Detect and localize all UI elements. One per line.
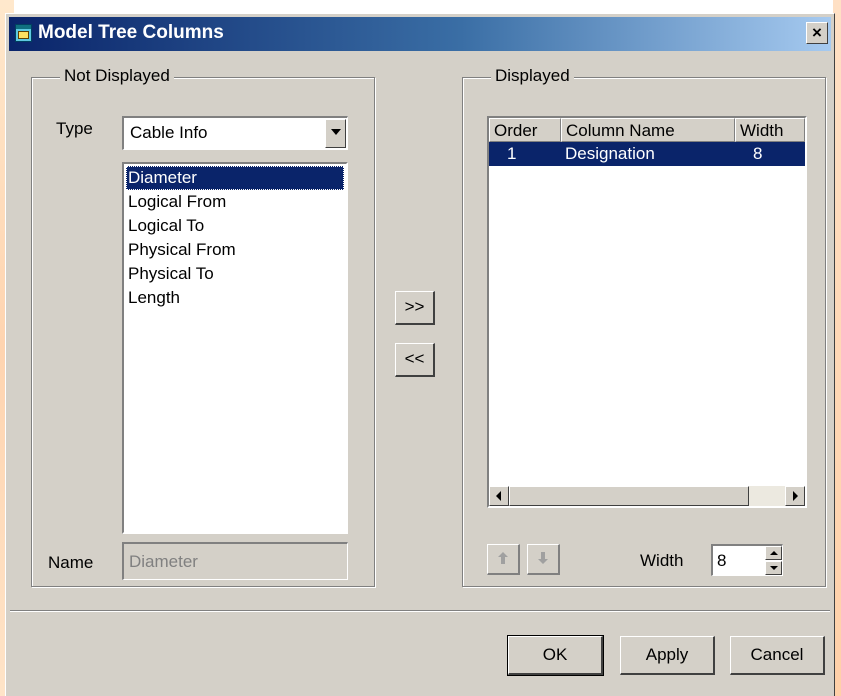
name-field: Diameter bbox=[122, 542, 348, 580]
footer-separator bbox=[10, 610, 830, 612]
ok-button[interactable]: OK bbox=[507, 635, 604, 676]
arrow-up-icon bbox=[498, 552, 508, 564]
title-bar[interactable]: Model Tree Columns × bbox=[9, 17, 831, 51]
window-title: Model Tree Columns bbox=[38, 22, 224, 43]
dropdown-arrow-button[interactable] bbox=[325, 119, 346, 148]
row-width: 8 bbox=[753, 144, 763, 163]
list-item-length[interactable]: Length bbox=[126, 286, 344, 310]
move-down-button[interactable] bbox=[527, 544, 560, 575]
scroll-left-button[interactable] bbox=[489, 486, 509, 506]
spin-up-button[interactable] bbox=[765, 546, 782, 560]
displayed-columns-list[interactable]: Order Column Name Width 1 Designation 8 bbox=[487, 116, 807, 508]
chevron-right-icon bbox=[793, 491, 798, 501]
column-header-column-name[interactable]: Column Name bbox=[561, 118, 735, 142]
ok-label: OK bbox=[542, 645, 568, 664]
add-column-label: >> bbox=[404, 297, 425, 316]
scroll-right-button[interactable] bbox=[785, 486, 805, 506]
type-label: Type bbox=[56, 119, 93, 138]
apply-label: Apply bbox=[645, 645, 689, 664]
column-header-width[interactable]: Width bbox=[735, 118, 805, 142]
scrollbar-thumb[interactable] bbox=[509, 486, 749, 506]
chevron-down-icon bbox=[770, 566, 778, 570]
horizontal-scrollbar[interactable] bbox=[489, 486, 805, 506]
list-item-physical-to[interactable]: Physical To bbox=[126, 262, 344, 286]
chevron-up-icon bbox=[770, 551, 778, 555]
chevron-left-icon bbox=[496, 491, 501, 501]
list-item-logical-from[interactable]: Logical From bbox=[126, 190, 344, 214]
row-order: 1 bbox=[507, 144, 517, 163]
width-label: Width bbox=[640, 551, 684, 570]
available-columns-list[interactable]: Diameter Logical From Logical To Physica… bbox=[122, 162, 348, 534]
close-button[interactable]: × bbox=[806, 22, 828, 44]
not-displayed-label: Not Displayed bbox=[60, 66, 174, 86]
not-displayed-group: Not Displayed Type Cable Info Diameter L… bbox=[31, 66, 375, 587]
width-spinner-value: 8 bbox=[717, 551, 727, 570]
move-up-button[interactable] bbox=[487, 544, 520, 575]
displayed-label: Displayed bbox=[491, 66, 574, 86]
name-field-value: Diameter bbox=[129, 552, 198, 571]
add-column-button[interactable]: >> bbox=[395, 291, 435, 325]
displayed-group: Displayed Order Column Name Width 1 Desi… bbox=[462, 66, 826, 587]
type-dropdown-value: Cable Info bbox=[130, 123, 208, 142]
list-item-physical-from[interactable]: Physical From bbox=[126, 238, 344, 262]
apply-button[interactable]: Apply bbox=[620, 636, 715, 675]
cancel-label: Cancel bbox=[750, 645, 804, 664]
cancel-button[interactable]: Cancel bbox=[730, 636, 825, 675]
width-spinner[interactable]: 8 bbox=[711, 544, 783, 576]
list-item-logical-to[interactable]: Logical To bbox=[126, 214, 344, 238]
model-tree-columns-dialog: Model Tree Columns × Not Displayed Type … bbox=[5, 13, 835, 696]
name-label: Name bbox=[48, 553, 94, 572]
row-column-name: Designation bbox=[565, 144, 655, 163]
window-icon bbox=[15, 24, 32, 42]
column-header-order[interactable]: Order bbox=[489, 118, 561, 142]
remove-column-button[interactable]: << bbox=[395, 343, 435, 377]
list-item-diameter[interactable]: Diameter bbox=[126, 166, 344, 190]
table-row[interactable]: 1 Designation 8 bbox=[489, 142, 805, 166]
remove-column-label: << bbox=[404, 349, 425, 368]
chevron-down-icon bbox=[331, 129, 341, 135]
type-dropdown[interactable]: Cable Info bbox=[122, 116, 348, 150]
arrow-down-icon bbox=[538, 552, 548, 564]
spin-down-button[interactable] bbox=[765, 561, 782, 575]
